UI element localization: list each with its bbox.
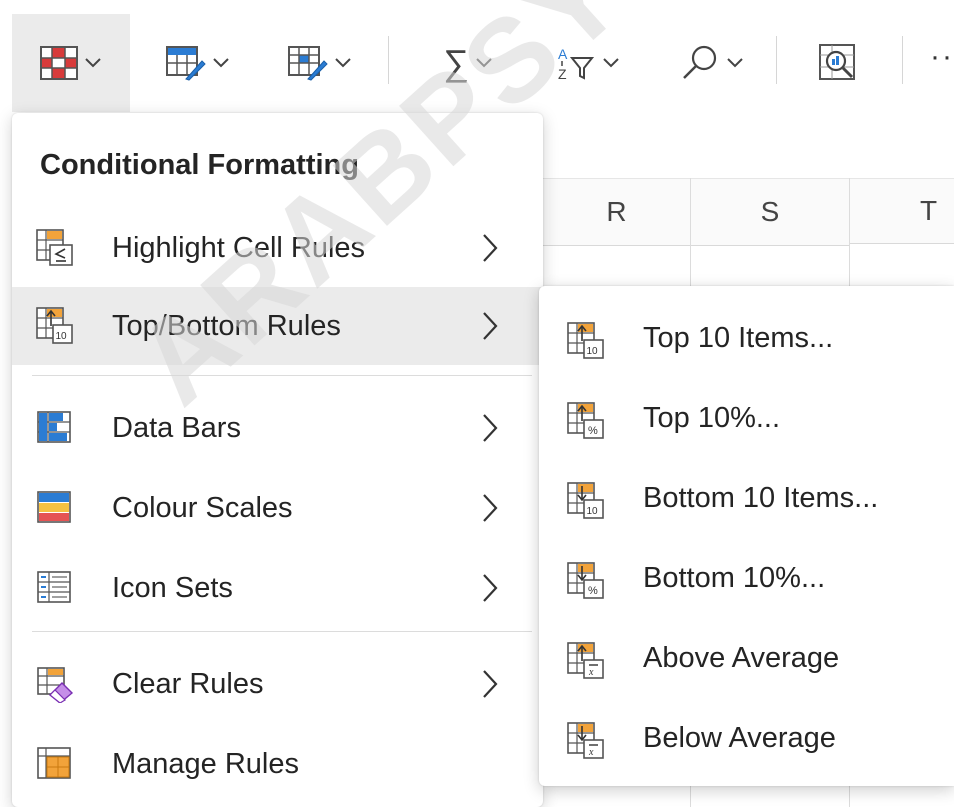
column-header-s[interactable]: S [691, 178, 849, 246]
sort-filter-button[interactable]: A Z [540, 14, 636, 112]
menu-item-colour-scales[interactable]: Colour Scales [12, 469, 543, 547]
top-bottom-rules-icon: 10 [36, 307, 73, 344]
menu-item-clear-rules[interactable]: Clear Rules [12, 645, 543, 723]
conditional-formatting-icon [40, 46, 78, 80]
chevron-right-icon [483, 670, 498, 698]
submenu-item-label: Top 10 Items... [643, 322, 834, 354]
column-header-t[interactable]: T [850, 178, 954, 244]
menu-item-label: Data Bars [112, 411, 241, 444]
colour-scales-icon [37, 491, 71, 523]
conditional-formatting-button[interactable] [12, 14, 130, 112]
analyze-data-icon [819, 44, 855, 80]
ribbon-toolbar: ∑ A Z ·· [0, 0, 954, 112]
svg-text:x: x [588, 667, 594, 678]
menu-item-label: Colour Scales [112, 491, 293, 524]
svg-text:10: 10 [587, 506, 599, 517]
submenu-item-above-average[interactable]: x Above Average [539, 622, 954, 700]
format-as-table-icon [166, 46, 206, 81]
menu-item-top-bottom-rules[interactable]: 10 Top/Bottom Rules [12, 287, 543, 365]
cell-styles-icon [288, 46, 328, 81]
svg-text:%: % [588, 425, 598, 437]
data-bars-icon [37, 411, 71, 443]
icon-sets-icon [37, 571, 71, 603]
more-options-button[interactable]: ·· [930, 40, 954, 74]
menu-item-label: Clear Rules [112, 667, 264, 700]
chevron-right-icon [483, 494, 498, 522]
menu-item-label: Icon Sets [112, 571, 233, 604]
bottom-10-percent-icon: % [567, 562, 604, 599]
sort-filter-icon: A Z [558, 46, 595, 82]
menu-item-highlight-cell-rules[interactable]: Highlight Cell Rules [12, 209, 543, 287]
submenu-item-label: Bottom 10%... [643, 562, 826, 594]
conditional-formatting-menu: Conditional Formatting Highlight Cell Ru… [12, 113, 543, 807]
menu-item-label: Manage Rules [112, 747, 299, 780]
menu-item-manage-rules[interactable]: Manage Rules [12, 725, 543, 803]
svg-text:10: 10 [587, 346, 599, 357]
chevron-down-icon [476, 58, 492, 68]
chevron-down-icon [335, 58, 351, 68]
autosum-icon: ∑ [443, 42, 469, 83]
submenu-item-top-10-percent[interactable]: % Top 10%... [539, 382, 954, 460]
menu-separator [32, 631, 532, 632]
find-select-button[interactable] [660, 14, 764, 112]
svg-text:Z: Z [558, 66, 567, 82]
svg-text:x: x [588, 747, 594, 758]
submenu-item-label: Bottom 10 Items... [643, 482, 879, 514]
svg-text:10: 10 [56, 331, 68, 342]
toolbar-divider [902, 36, 903, 84]
chevron-right-icon [483, 234, 498, 262]
submenu-item-label: Below Average [643, 722, 836, 754]
chevron-down-icon [603, 58, 619, 68]
menu-item-label: Highlight Cell Rules [112, 231, 366, 264]
chevron-down-icon [85, 58, 101, 68]
svg-text:%: % [588, 585, 598, 597]
menu-item-data-bars[interactable]: Data Bars [12, 389, 543, 467]
column-header-r[interactable]: R [543, 178, 690, 246]
top-10-percent-icon: % [567, 402, 604, 439]
cell-styles-button[interactable] [272, 14, 368, 112]
clear-rules-icon [37, 667, 74, 703]
submenu-item-below-average[interactable]: x Below Average [539, 702, 954, 780]
top-10-items-icon: 10 [567, 322, 604, 359]
chevron-down-icon [727, 58, 743, 68]
menu-separator [32, 375, 532, 376]
above-average-icon: x [567, 642, 604, 679]
submenu-item-label: Top 10%... [643, 402, 781, 434]
chevron-right-icon [483, 312, 498, 340]
menu-title: Conditional Formatting [40, 149, 359, 181]
chevron-right-icon [483, 414, 498, 442]
search-icon [683, 45, 717, 79]
autosum-button[interactable]: ∑ [420, 14, 516, 112]
chevron-down-icon [213, 58, 229, 68]
highlight-cell-rules-icon [36, 229, 73, 266]
bottom-10-items-icon: 10 [567, 482, 604, 519]
toolbar-divider [776, 36, 777, 84]
format-as-table-button[interactable] [150, 14, 246, 112]
menu-item-icon-sets[interactable]: Icon Sets [12, 549, 543, 627]
toolbar-divider [388, 36, 389, 84]
menu-item-label: Top/Bottom Rules [112, 309, 341, 342]
chevron-right-icon [483, 574, 498, 602]
top-bottom-rules-submenu: 10 Top 10 Items... % Top 10%... 10 Botto… [539, 286, 954, 786]
submenu-item-label: Above Average [643, 642, 840, 674]
below-average-icon: x [567, 722, 604, 759]
submenu-item-bottom-10-percent[interactable]: % Bottom 10%... [539, 542, 954, 620]
submenu-item-top-10-items[interactable]: 10 Top 10 Items... [539, 302, 954, 380]
svg-text:A: A [558, 46, 568, 62]
manage-rules-icon [37, 747, 71, 779]
submenu-item-bottom-10-items[interactable]: 10 Bottom 10 Items... [539, 462, 954, 540]
analyze-data-button[interactable] [798, 14, 878, 112]
